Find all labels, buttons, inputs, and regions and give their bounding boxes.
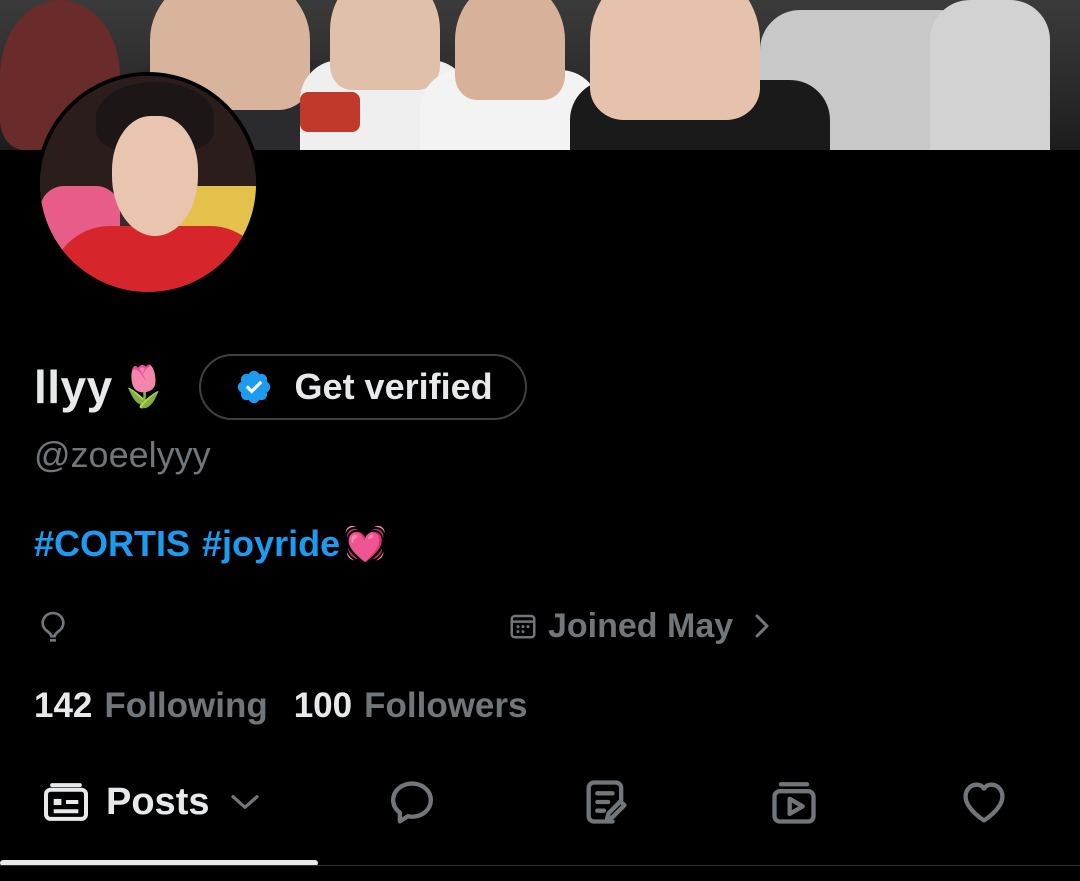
verified-badge-icon (237, 370, 270, 404)
get-verified-label: Get verified (294, 366, 493, 407)
articles-icon[interactable] (580, 776, 632, 828)
follow-stats: 142 Following 100 Followers (34, 686, 527, 726)
get-verified-button[interactable]: Get verified (198, 354, 527, 420)
tab-posts-label: Posts (106, 780, 210, 823)
tabs-divider (0, 865, 1080, 866)
media-icon[interactable] (768, 776, 820, 828)
posts-icon (44, 783, 88, 821)
profile-page: llyy 🌷 Get verified @zoeelyyy #CORTIS #j… (0, 0, 1080, 881)
tab-posts[interactable]: Posts (42, 778, 261, 826)
calendar-icon (510, 614, 536, 639)
profile-name-row: llyy 🌷 Get verified (34, 352, 527, 422)
following-label: Following (104, 686, 268, 725)
profile-bio: #CORTIS #joyride 💓 (34, 523, 386, 565)
following-count: 142 (34, 686, 93, 725)
joined-date[interactable]: Joined May (508, 604, 773, 648)
chevron-right-icon (755, 614, 769, 638)
reply-bubble-icon[interactable] (386, 776, 438, 828)
tulip-emoji: 🌷 (118, 365, 169, 409)
chevron-down-icon[interactable] (229, 791, 261, 813)
following-link[interactable]: 142 Following (34, 686, 268, 726)
location-pin-icon (41, 611, 65, 642)
heart-icon[interactable] (958, 776, 1010, 828)
profile-tabs: Posts (0, 760, 1080, 870)
followers-link[interactable]: 100 Followers (294, 686, 528, 726)
heart-emoji: 💓 (344, 525, 387, 563)
profile-avatar[interactable] (36, 72, 260, 296)
profile-handle: @zoeelyyy (34, 434, 211, 475)
followers-label: Followers (364, 686, 528, 725)
display-name: llyy (34, 361, 113, 413)
joined-label: Joined May (548, 606, 734, 645)
hashtag-link[interactable]: #CORTIS (34, 523, 190, 565)
followers-count: 100 (293, 686, 353, 725)
hashtag-link[interactable]: #joyride (202, 523, 340, 565)
